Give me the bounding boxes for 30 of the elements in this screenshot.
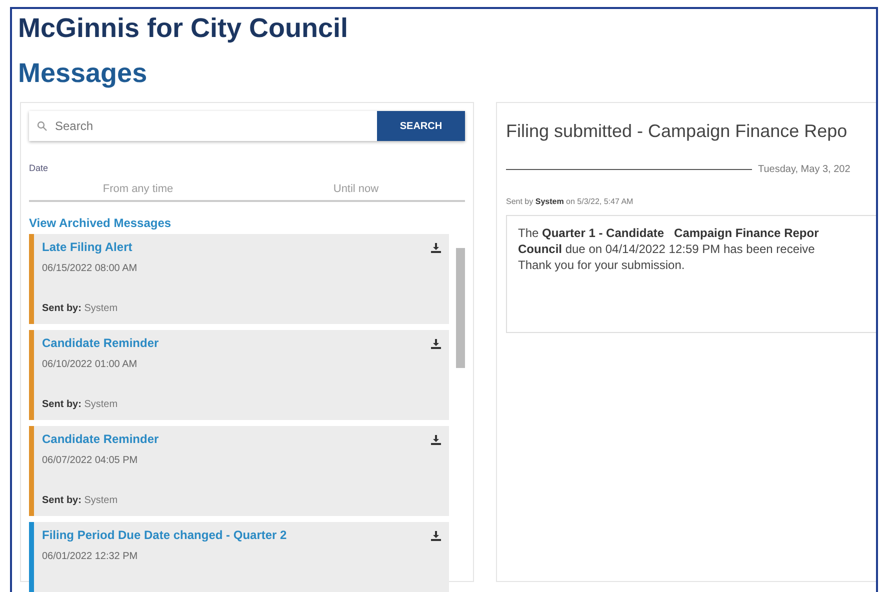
- message-date: 06/15/2022 08:00 AM: [42, 263, 138, 274]
- date-filter-label: Date: [29, 163, 50, 173]
- message-title: Late Filing Alert: [42, 240, 132, 254]
- message-body: The Quarter 1 - Candidate Campaign Finance Repor Council due on 04/14/2022 12:59 PM has been receive Thank you for your submission.: [518, 225, 819, 273]
- archived-messages-link[interactable]: View Archived Messages: [29, 216, 172, 230]
- message-date: 06/07/2022 04:05 PM: [42, 455, 138, 466]
- search-icon: [37, 121, 47, 131]
- message-title: Filing Period Due Date changed - Quarter 2: [42, 528, 287, 542]
- message-subject: Filing submitted - Campaign Finance Repo: [506, 121, 848, 142]
- message-title: Candidate Reminder: [42, 336, 159, 350]
- download-icon[interactable]: [431, 531, 441, 541]
- message-card[interactable]: Candidate Reminder 06/07/2022 04:05 PM Sent by: System: [29, 426, 449, 516]
- page-title: McGinnis for City Council: [18, 13, 348, 44]
- message-day: Tuesday, May 3, 202: [758, 164, 850, 175]
- message-card[interactable]: Candidate Reminder 06/10/2022 01:00 AM Sent by: System: [29, 330, 449, 420]
- message-sender: Sent by: System: [42, 399, 118, 410]
- search-button[interactable]: SEARCH: [377, 111, 465, 141]
- message-sender: Sent by: System: [42, 495, 118, 506]
- section-title: Messages: [18, 58, 148, 89]
- download-icon[interactable]: [431, 339, 441, 349]
- search-field[interactable]: Search: [53, 118, 369, 134]
- message-card[interactable]: Late Filing Alert 06/15/2022 08:00 AM Sent by: System: [29, 234, 449, 324]
- sender-line: Sent by System on 5/3/22, 5:47 AM: [506, 197, 634, 206]
- message-sender: Sent by: System: [42, 303, 118, 314]
- message-title: Candidate Reminder: [42, 432, 159, 446]
- message-date: 06/10/2022 01:00 AM: [42, 359, 138, 370]
- message-date: 06/01/2022 12:32 PM: [42, 551, 138, 562]
- download-icon[interactable]: [431, 243, 441, 253]
- message-card[interactable]: Filing Period Due Date changed - Quarter 2 06/01/2022 12:32 PM: [29, 522, 449, 592]
- download-icon[interactable]: [431, 435, 441, 445]
